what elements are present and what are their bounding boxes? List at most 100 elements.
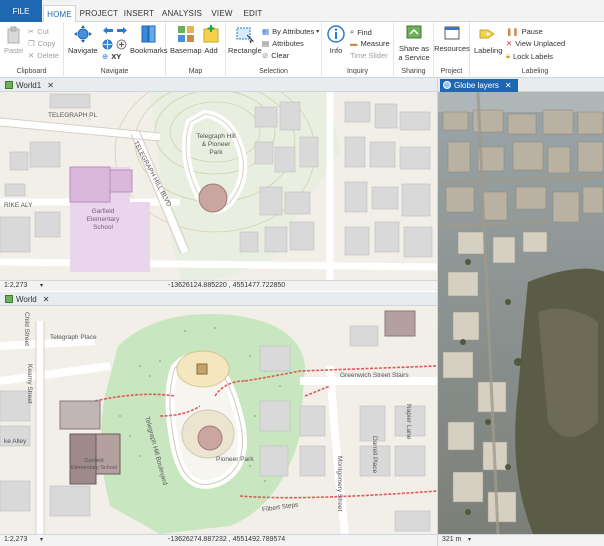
world-map-view[interactable]: Child Street Telegraph Place Greenwich S… bbox=[0, 306, 437, 534]
time-slider-label: Time Slider bbox=[350, 51, 388, 60]
world1-scale[interactable]: 1:2,273 bbox=[4, 282, 27, 289]
go-to-xy-button[interactable]: ⊕ XY bbox=[102, 52, 121, 61]
world-scale[interactable]: 1:2,273 bbox=[4, 536, 27, 543]
navigate-button[interactable]: Navigate bbox=[68, 24, 98, 55]
view-unplaced-button[interactable]: ✕ View Unplaced bbox=[506, 39, 565, 48]
darrell-place-label: Darrell Place bbox=[371, 436, 378, 474]
zoom-in-button[interactable] bbox=[116, 39, 127, 50]
cut-button[interactable]: ✂ Cut bbox=[28, 27, 49, 36]
globe-scene-view[interactable] bbox=[437, 92, 604, 534]
clear-selection-button[interactable]: ⊘ Clear bbox=[262, 51, 289, 60]
labeling-label: Labeling bbox=[474, 46, 503, 55]
selection-group-label: Selection bbox=[259, 68, 288, 75]
ruler-icon: ▬ bbox=[350, 39, 358, 48]
pause-labeling-button[interactable]: ❚❚ Pause bbox=[506, 27, 543, 36]
world1-map-view[interactable]: TELEGRAPH PL TELEGRAPH HILL BLVD Telegra… bbox=[0, 92, 437, 280]
project-group: Resources Project bbox=[434, 22, 470, 78]
share-as-service-button[interactable]: Share as a Service bbox=[396, 24, 432, 62]
world1-status-bar: 1:2,273 ▾ -13626124.885220 , 4551477.722… bbox=[0, 280, 437, 291]
rectangle-select-button[interactable]: Rectangle bbox=[228, 24, 262, 55]
arcgis-pro-window: FILE HOME PROJECT INSERT ANALYSIS VIEW E… bbox=[0, 0, 604, 546]
navigate-label: Navigate bbox=[68, 46, 98, 55]
labeling-button[interactable]: Labeling bbox=[474, 24, 502, 55]
add-data-button[interactable]: Add bbox=[202, 24, 220, 55]
world-status-bar: 1:2,273 ▾ -13626274.887232 , 4551492.789… bbox=[0, 534, 437, 546]
bookmarks-button[interactable]: Bookmarks bbox=[130, 24, 168, 55]
attributes-button[interactable]: ▤ Attributes bbox=[262, 39, 304, 48]
telegraph-pl-label: TELEGRAPH PL bbox=[48, 112, 98, 119]
cut-label: Cut bbox=[37, 27, 49, 36]
pause-icon: ❚❚ bbox=[506, 27, 519, 36]
globe-icon bbox=[443, 81, 451, 89]
tab-view[interactable]: VIEW bbox=[208, 4, 236, 22]
close-icon[interactable]: ✕ bbox=[47, 81, 54, 90]
map-group: Basemap Add Map bbox=[166, 22, 226, 78]
copy-icon: ❐ bbox=[28, 39, 35, 48]
clear-icon: ⊘ bbox=[262, 51, 269, 60]
world-tab[interactable]: World ✕ bbox=[2, 293, 55, 306]
file-tab[interactable]: FILE bbox=[0, 0, 42, 22]
lock-labels-button[interactable]: 🔒︎ Lock Labels bbox=[506, 51, 553, 61]
world-coordinates: -13626274.887232 , 4551492.789574 bbox=[168, 536, 286, 543]
basemap-button[interactable]: Basemap bbox=[170, 24, 202, 55]
add-label: Add bbox=[204, 46, 218, 55]
info-button[interactable]: Info bbox=[326, 24, 346, 55]
telegraph-place-label: Telegraph Place bbox=[50, 334, 97, 341]
paste-label: Paste bbox=[4, 46, 24, 55]
selection-group: Rectangle ▦ By Attributes ▾ ▤ Attributes… bbox=[226, 22, 322, 78]
navigate-group-label: Navigate bbox=[100, 68, 129, 75]
share-as-service-label: Share as a Service bbox=[398, 44, 430, 62]
resources-button[interactable]: Resources bbox=[434, 24, 470, 53]
map-icon bbox=[5, 81, 13, 89]
next-extent-button[interactable] bbox=[116, 26, 128, 35]
navigate-icon bbox=[73, 25, 92, 43]
chevron-down-icon: ▾ bbox=[316, 29, 320, 35]
paste-button[interactable]: Paste bbox=[4, 26, 23, 55]
delete-button[interactable]: ✕ Delete bbox=[28, 51, 59, 60]
map-group-label: Map bbox=[188, 68, 203, 75]
rectangle-label: Rectangle bbox=[228, 46, 262, 55]
tab-project[interactable]: PROJECT bbox=[80, 4, 119, 22]
globe-scale[interactable]: 321 m bbox=[442, 536, 461, 543]
chevron-down-icon[interactable]: ▾ bbox=[40, 536, 43, 543]
copy-button[interactable]: ❐ Copy bbox=[28, 39, 55, 48]
add-data-icon bbox=[203, 25, 219, 43]
view-unplaced-label: View Unplaced bbox=[515, 39, 566, 48]
previous-extent-button[interactable] bbox=[102, 26, 114, 35]
pioneer-park-label: Pioneer Park bbox=[216, 456, 254, 463]
tab-insert[interactable]: INSERT bbox=[122, 4, 156, 22]
inquiry-group: Info ⌕ Find ▬ Measure Time Slider Inquir… bbox=[322, 22, 394, 78]
share-service-icon bbox=[406, 25, 422, 39]
paste-icon bbox=[7, 26, 20, 44]
child-street-label: Child Street bbox=[23, 312, 30, 346]
chevron-down-icon[interactable]: ▾ bbox=[40, 282, 43, 289]
tab-home[interactable]: HOME bbox=[43, 5, 76, 23]
world1-tab[interactable]: World1 ✕ bbox=[2, 79, 60, 92]
globe-layers-tab[interactable]: Globe layers ✕ bbox=[440, 79, 518, 92]
lock-icon: 🔒︎ bbox=[506, 51, 510, 60]
select-by-attributes-button[interactable]: ▦ By Attributes ▾ bbox=[262, 27, 319, 36]
close-icon[interactable]: ✕ bbox=[505, 81, 512, 90]
park-label: Telegraph Hill & Pioneer Park bbox=[196, 133, 236, 156]
close-icon[interactable]: ✕ bbox=[43, 295, 50, 304]
globe-pane-header: Globe layers ✕ bbox=[437, 78, 604, 92]
chevron-down-icon[interactable]: ▾ bbox=[468, 536, 471, 543]
project-group-label: Project bbox=[440, 68, 463, 75]
attributes-label: Attributes bbox=[272, 39, 304, 48]
find-button[interactable]: ⌕ Find bbox=[350, 27, 372, 37]
tab-analysis[interactable]: ANALYSIS bbox=[160, 4, 204, 22]
navigate-group: Navigate ⊕ XY Bookmarks Navigate bbox=[64, 22, 168, 78]
clipboard-group-label: Clipboard bbox=[16, 68, 47, 75]
arrow-left-icon bbox=[103, 27, 113, 34]
find-label: Find bbox=[357, 27, 372, 37]
tab-edit[interactable]: EDIT bbox=[240, 4, 266, 22]
attributes-icon: ▤ bbox=[262, 39, 270, 48]
labeling-group: Labeling ❚❚ Pause ✕ View Unplaced 🔒︎ Loc… bbox=[470, 22, 604, 78]
time-slider-button[interactable]: Time Slider bbox=[350, 51, 388, 60]
clear-label: Clear bbox=[271, 51, 290, 60]
globe-scene-canvas bbox=[438, 92, 604, 534]
world1-tab-label: World1 bbox=[16, 81, 42, 90]
measure-button[interactable]: ▬ Measure bbox=[350, 39, 390, 48]
world-pane-header: World ✕ bbox=[0, 292, 437, 306]
full-extent-button[interactable] bbox=[102, 39, 113, 50]
